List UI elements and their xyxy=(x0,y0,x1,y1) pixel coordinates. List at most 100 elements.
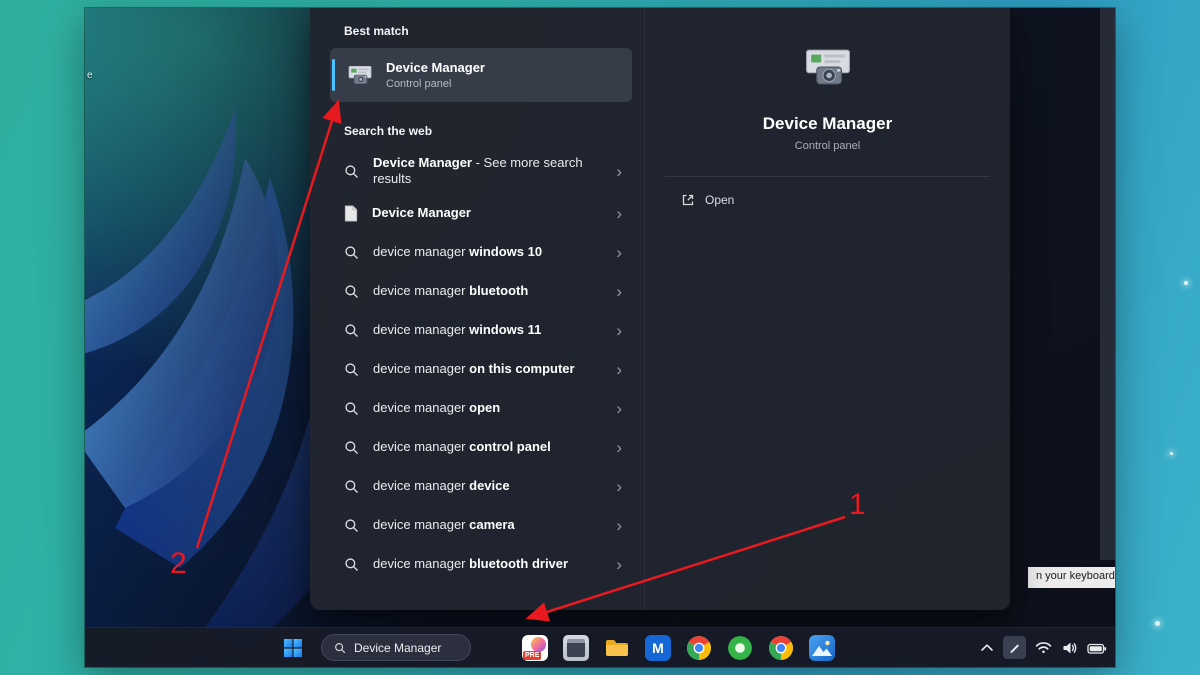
pen-button[interactable] xyxy=(1003,636,1026,659)
pre-app-gradient xyxy=(531,637,546,652)
search-icon xyxy=(344,245,359,260)
wifi-icon[interactable] xyxy=(1035,641,1052,654)
best-match-item[interactable]: Device Manager Control panel xyxy=(330,48,632,102)
pre-app-icon[interactable]: PRE xyxy=(522,635,548,661)
window-app-icon[interactable] xyxy=(563,635,589,661)
suggestion-text: device manager windows 11 xyxy=(373,322,602,338)
pen-icon xyxy=(1008,641,1021,654)
search-icon xyxy=(344,518,359,533)
windows-logo-icon xyxy=(284,639,302,657)
photos-app-icon[interactable] xyxy=(809,635,835,661)
chrome-icon[interactable] xyxy=(686,635,712,661)
search-web-header: Search the web xyxy=(344,124,636,138)
suggestion-text: device manager bluetooth xyxy=(373,283,602,299)
search-suggestion[interactable]: device manager bluetooth › xyxy=(330,272,632,311)
search-suggestion[interactable]: device manager windows 10 › xyxy=(330,233,632,272)
search-icon xyxy=(344,164,359,179)
search-icon xyxy=(344,323,359,338)
background-tooltip-fragment: n your keyboard to t xyxy=(1028,567,1115,588)
search-suggestion[interactable]: Device Manager - See more search results… xyxy=(330,148,632,194)
chevron-right-icon: › xyxy=(616,517,622,534)
battery-icon[interactable] xyxy=(1087,641,1107,655)
photo-icon xyxy=(809,635,835,661)
green-circle-icon xyxy=(727,635,753,661)
pre-app-badge: PRE xyxy=(523,651,541,660)
file-explorer-icon[interactable] xyxy=(604,635,630,661)
selection-accent-bar xyxy=(332,59,335,91)
search-flyout: Best match Device Manager xyxy=(310,8,1010,610)
search-icon xyxy=(334,642,346,654)
search-icon xyxy=(344,440,359,455)
chevron-right-icon: › xyxy=(616,205,622,222)
sparkle xyxy=(1184,281,1188,285)
search-icon xyxy=(344,479,359,494)
best-match-header: Best match xyxy=(344,24,636,38)
detail-title: Device Manager xyxy=(763,114,892,134)
taskbar-search-box[interactable]: Device Manager xyxy=(321,634,471,661)
search-suggestion[interactable]: device manager windows 11 › xyxy=(330,311,632,350)
chevron-right-icon: › xyxy=(616,244,622,261)
folder-icon xyxy=(604,635,630,661)
chevron-right-icon: › xyxy=(616,322,622,339)
taskbar-app-icons: PRE M xyxy=(522,628,835,667)
search-suggestion[interactable]: device manager device › xyxy=(330,467,632,506)
suggestion-text: device manager camera xyxy=(373,517,602,533)
suggestion-text: device manager windows 10 xyxy=(373,244,602,260)
chevron-right-icon: › xyxy=(616,283,622,300)
chrome-logo-icon xyxy=(686,635,712,661)
search-icon xyxy=(344,557,359,572)
detail-subtitle: Control panel xyxy=(795,140,860,152)
best-match-title: Device Manager xyxy=(386,60,485,75)
search-detail-pane: Device Manager Control panel Open xyxy=(645,8,1010,610)
best-match-subtitle: Control panel xyxy=(386,78,485,90)
search-suggestion[interactable]: device manager on this computer › xyxy=(330,350,632,389)
desktop-icon-label-fragment: e xyxy=(87,70,93,81)
sparkle xyxy=(1170,452,1173,455)
taskbar-search-value: Device Manager xyxy=(354,641,441,655)
search-results-list: Best match Device Manager xyxy=(310,8,645,610)
window-app-pane xyxy=(567,639,585,657)
chevron-right-icon: › xyxy=(616,478,622,495)
open-label: Open xyxy=(705,193,734,207)
search-icon xyxy=(344,401,359,416)
taskbar: Device Manager PRE M xyxy=(85,627,1115,667)
desktop-screen: e n your keyboard to t Best match xyxy=(85,8,1115,667)
open-button[interactable]: Open xyxy=(681,193,1010,207)
background-window-edge xyxy=(1100,8,1115,560)
screenshot-root: e n your keyboard to t Best match xyxy=(0,0,1200,675)
suggestion-text: device manager device xyxy=(373,478,602,494)
chevron-right-icon: › xyxy=(616,163,622,180)
search-suggestion[interactable]: Device Manager › xyxy=(330,194,632,233)
suggestion-text: device manager bluetooth driver xyxy=(373,556,602,572)
volume-icon[interactable] xyxy=(1061,641,1078,655)
taskbar-left-group: Device Manager xyxy=(275,628,471,667)
document-icon xyxy=(344,205,358,222)
search-icon xyxy=(344,284,359,299)
m-app-letter: M xyxy=(652,640,664,656)
chevron-right-icon: › xyxy=(616,361,622,378)
best-match-text: Device Manager Control panel xyxy=(386,60,485,90)
m-app-icon[interactable]: M xyxy=(645,635,671,661)
suggestion-text: device manager control panel xyxy=(373,439,602,455)
search-icon xyxy=(344,362,359,377)
search-suggestion[interactable]: device manager open › xyxy=(330,389,632,428)
chevron-right-icon: › xyxy=(616,556,622,573)
search-suggestion[interactable]: device manager control panel › xyxy=(330,428,632,467)
device-manager-icon-large xyxy=(801,40,855,94)
green-app-icon[interactable] xyxy=(727,635,753,661)
device-manager-icon xyxy=(346,61,374,89)
search-suggestion[interactable]: device manager bluetooth driver › xyxy=(330,545,632,584)
search-suggestion[interactable]: device manager camera › xyxy=(330,506,632,545)
chrome-profile-icon[interactable] xyxy=(768,635,794,661)
suggestion-text: Device Manager xyxy=(372,205,602,221)
detail-divider xyxy=(665,176,990,177)
chrome-logo-icon xyxy=(768,635,794,661)
taskbar-system-tray xyxy=(980,628,1107,667)
open-external-icon xyxy=(681,193,695,207)
chevron-right-icon: › xyxy=(616,400,622,417)
chevron-right-icon: › xyxy=(616,439,622,456)
chevron-up-icon[interactable] xyxy=(980,642,994,653)
suggestion-text: device manager on this computer xyxy=(373,361,602,377)
sparkle xyxy=(1155,621,1160,626)
start-button[interactable] xyxy=(275,632,311,664)
